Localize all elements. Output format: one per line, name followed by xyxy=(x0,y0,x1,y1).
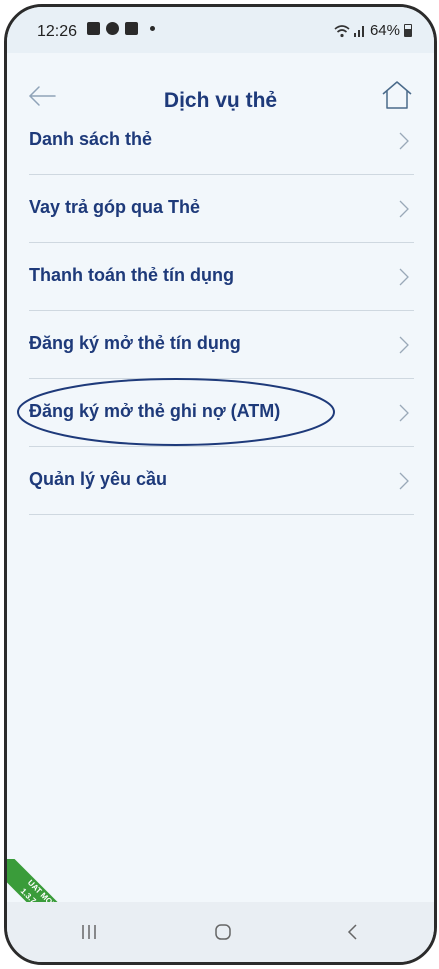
recents-button[interactable] xyxy=(69,916,109,948)
status-notification-icons xyxy=(87,22,155,35)
home-circle-icon xyxy=(215,924,231,940)
chevron-right-icon xyxy=(399,336,409,354)
menu-item-label: Đăng ký mở thẻ tín dụng xyxy=(29,333,241,353)
menu-item-card-list[interactable]: Danh sách thẻ xyxy=(29,107,414,175)
chevron-right-icon xyxy=(399,404,409,422)
chevron-right-icon xyxy=(399,268,409,286)
status-bar: 12:26 64% xyxy=(7,7,434,53)
menu-item-label: Vay trả góp qua Thẻ xyxy=(29,197,201,217)
battery-icon xyxy=(404,24,412,37)
settings-gear-icon xyxy=(106,22,119,35)
back-chevron-icon xyxy=(347,924,357,940)
system-back-button[interactable] xyxy=(333,916,373,948)
system-nav-bar xyxy=(7,902,434,962)
chevron-right-icon xyxy=(399,200,409,218)
card-services-menu: Danh sách thẻ Vay trả góp qua Thẻ Thanh … xyxy=(17,107,414,515)
battery-percent: 64% xyxy=(369,22,400,39)
menu-item-label: Thanh toán thẻ tín dụng xyxy=(29,265,234,285)
menu-item-label: Danh sách thẻ xyxy=(29,129,153,149)
chevron-right-icon xyxy=(399,132,409,150)
menu-item-register-debit-card[interactable]: Đăng ký mở thẻ ghi nợ (ATM) xyxy=(17,378,414,447)
menu-item-register-credit-card[interactable]: Đăng ký mở thẻ tín dụng xyxy=(29,311,414,379)
menu-item-installment-loan[interactable]: Vay trả góp qua Thẻ xyxy=(29,175,414,243)
system-home-button[interactable] xyxy=(203,916,243,948)
menu-item-label: Quản lý yêu cầu xyxy=(29,469,168,489)
chevron-right-icon xyxy=(399,472,409,490)
recents-icon xyxy=(82,925,96,939)
menu-item-label: Đăng ký mở thẻ ghi nợ (ATM) xyxy=(29,401,281,421)
dot-icon xyxy=(150,26,155,31)
menu-item-credit-card-payment[interactable]: Thanh toán thẻ tín dụng xyxy=(29,243,414,311)
wifi-icon xyxy=(334,24,350,37)
status-right: 64% xyxy=(334,22,412,39)
gallery-icon xyxy=(87,22,100,35)
status-time: 12:26 xyxy=(37,23,78,40)
app-icon xyxy=(125,22,138,35)
phone-frame: 12:26 64% Dịch vụ thẻ Danh sách thẻ Vay … xyxy=(4,4,437,965)
signal-icon xyxy=(353,26,364,37)
menu-item-manage-requests[interactable]: Quản lý yêu cầu xyxy=(29,447,414,515)
